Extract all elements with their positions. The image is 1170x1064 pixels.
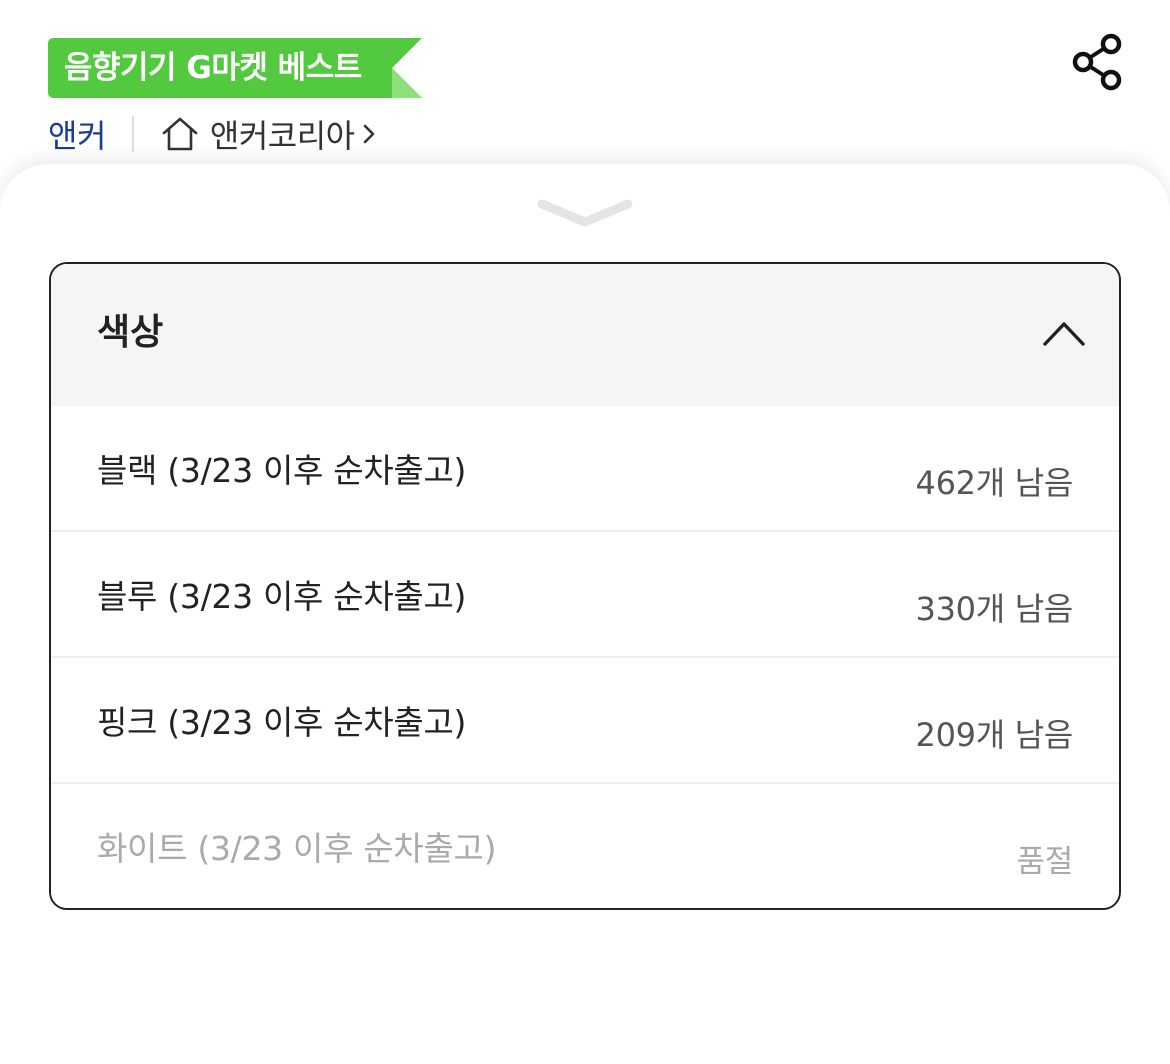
home-icon [162, 117, 198, 151]
option-item-blue[interactable]: 블루 (3/23 이후 순차출고) 330개 남음 [51, 530, 1119, 656]
store-name: 앤커코리아 [209, 117, 355, 155]
option-item-stock: 330개 남음 [915, 590, 1074, 628]
option-item-name: 블루 (3/23 이후 순차출고) [97, 577, 467, 616]
option-dropdown-header[interactable]: 색상 [51, 264, 1119, 406]
color-option-dropdown: 색상 블랙 (3/23 이후 순차출고) 462개 남음 블루 (3/23 이후… [49, 262, 1121, 910]
chevron-up-icon [1043, 322, 1085, 346]
option-title: 색상 [97, 312, 164, 353]
brand-link[interactable]: 앤커 [48, 111, 106, 157]
sold-out-label: 품절 [1016, 844, 1074, 880]
brand-row: 앤커 앤커코리아 [48, 108, 377, 160]
option-item-black[interactable]: 블랙 (3/23 이후 순차출고) 462개 남음 [51, 406, 1119, 530]
share-icon [1072, 33, 1122, 91]
chevron-right-icon [363, 124, 374, 144]
option-item-pink[interactable]: 핑크 (3/23 이후 순차출고) 209개 남음 [51, 656, 1119, 782]
store-link[interactable]: 앤커코리아 [160, 111, 377, 157]
option-item-stock: 462개 남음 [915, 464, 1074, 502]
option-item-name: 화이트 (3/23 이후 순차출고) [97, 829, 497, 868]
option-item-name: 블랙 (3/23 이후 순차출고) [97, 451, 467, 490]
option-item-white: 화이트 (3/23 이후 순차출고) 품절 [51, 782, 1119, 908]
best-seller-badge-label: 음향기기 G마켓 베스트 [64, 50, 362, 86]
share-button[interactable] [1066, 30, 1130, 94]
best-seller-badge[interactable]: 음향기기 G마켓 베스트 [48, 38, 422, 98]
brand-divider [131, 116, 134, 152]
chevron-down-icon[interactable] [536, 196, 634, 232]
option-item-stock: 209개 남음 [915, 716, 1074, 754]
option-item-name: 핑크 (3/23 이후 순차출고) [97, 703, 467, 742]
